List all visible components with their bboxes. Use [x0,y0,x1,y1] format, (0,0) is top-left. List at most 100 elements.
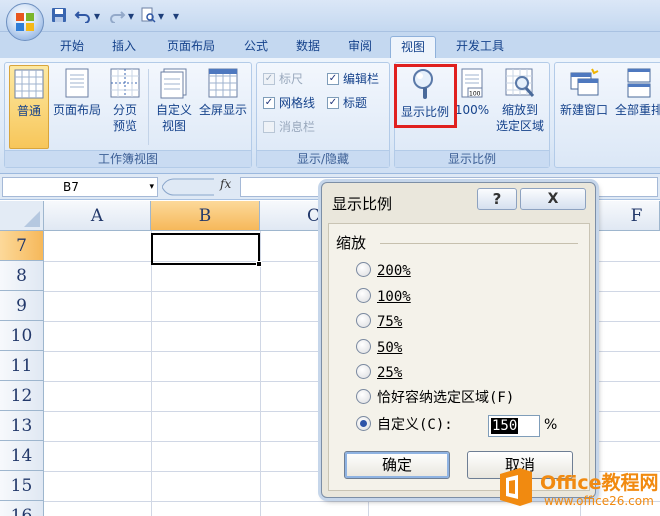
page-layout-view-button[interactable]: 页面布局 [51,65,103,149]
radio-fit-selection-label: 恰好容纳选定区域(F) [377,390,515,406]
custom-views-label-1: 自定义 [155,103,192,117]
row-header-12[interactable]: 12 [0,381,44,411]
tab-review[interactable]: 审阅 [340,36,380,58]
column-header-b[interactable]: B [151,201,260,231]
radio-25[interactable]: 25% [356,363,402,383]
headings-checkbox[interactable]: ✓ 标题 [327,95,367,111]
select-all-button[interactable] [0,201,44,231]
customize-icon[interactable]: ▾ [170,7,182,25]
normal-view-label: 普通 [16,104,41,118]
ok-button[interactable]: 确定 [344,451,450,479]
tab-insert[interactable]: 插入 [104,36,144,58]
name-box[interactable]: B7 ▾ [2,177,158,197]
normal-view-button[interactable]: 普通 [9,65,49,149]
new-window-icon [570,68,599,96]
group-label-show-hide: 显示/隐藏 [257,150,389,167]
radio-75[interactable]: 75% [356,312,402,332]
help-button[interactable]: ? [477,188,517,210]
full-screen-icon [208,68,238,98]
radio-dot [356,261,371,277]
redo-icon[interactable] [106,7,128,25]
formula-bar-check-icon: ✓ [327,72,339,85]
radio-25-label: 25% [377,365,403,381]
full-screen-button[interactable]: 全屏显示 [197,65,249,149]
zoom-selection-icon [505,68,535,97]
message-bar-checkbox[interactable]: 消息栏 [263,119,315,135]
tab-home[interactable]: 开始 [52,36,92,58]
radio-200[interactable]: 200% [356,261,411,281]
fill-handle[interactable] [256,261,262,267]
group-window: 新建窗口 全部重排 [554,62,660,168]
zoom-selection-label-1: 缩放到 [501,103,538,117]
custom-views-label-2: 视图 [161,119,186,133]
custom-views-icon [160,68,187,99]
row-header-8[interactable]: 8 [0,261,44,291]
undo-dropdown[interactable]: ▾ [92,7,102,25]
title-bar: ▾ ▾ ▾ ▾ [0,0,660,32]
headings-check-icon: ✓ [327,96,339,109]
group-label-workbook-views: 工作簿视图 [5,150,251,167]
page-break-label-2: 预览 [112,119,137,133]
gridline [260,231,261,516]
radio-75-label: 75% [377,314,403,330]
print-preview-icon[interactable] [138,7,158,25]
radio-100[interactable]: 100% [356,287,411,307]
arrange-all-button[interactable]: 全部重排 [611,65,660,149]
radio-50[interactable]: 50% [356,338,402,358]
row-header-11[interactable]: 11 [0,351,44,381]
name-box-value: B7 [63,180,79,194]
row-header-10[interactable]: 10 [0,321,44,351]
formula-bar-checkbox[interactable]: ✓ 编辑栏 [327,71,379,87]
column-header-a[interactable]: A [44,201,151,231]
page-layout-icon [65,68,89,98]
print-dropdown[interactable]: ▾ [156,7,166,25]
full-screen-label: 全屏显示 [198,103,247,117]
zoom-button-highlight [394,64,457,128]
row-header-13[interactable]: 13 [0,411,44,441]
custom-zoom-input[interactable]: 150 [488,415,540,437]
zoom-to-selection-button[interactable]: 缩放到 选定区域 [493,65,547,149]
zoom-selection-label-2: 选定区域 [495,119,544,133]
gridlines-label: 网格线 [279,96,316,110]
radio-custom[interactable]: 自定义(C): [356,415,453,435]
radio-dot [356,338,371,354]
zoom-100-button[interactable]: 100 100% [453,65,491,149]
page-break-preview-button[interactable]: 分页 预览 [105,65,145,149]
row-header-16[interactable]: 16 [0,501,44,516]
radio-dot-selected [356,415,371,431]
radio-fit-selection[interactable]: 恰好容纳选定区域(F) [356,388,514,408]
gridlines-checkbox[interactable]: ✓ 网格线 [263,95,315,111]
row-header-7[interactable]: 7 [0,231,44,261]
page-layout-view-label: 页面布局 [52,103,101,117]
new-window-button[interactable]: 新建窗口 [557,65,611,149]
zoom-100-label: 100% [454,103,490,117]
percent-sign: % [544,417,558,433]
save-icon[interactable] [50,7,68,25]
redo-dropdown[interactable]: ▾ [126,7,136,25]
name-box-dropdown-icon[interactable]: ▾ [149,178,154,196]
office-button[interactable] [6,3,44,41]
new-window-label: 新建窗口 [559,103,608,117]
active-cell-b7[interactable] [151,233,260,265]
office-logo-icon [500,468,532,506]
arrange-all-icon [627,68,651,98]
radio-dot [356,287,371,303]
zoom-100-icon-text: 100 [469,91,481,98]
radio-dot [356,388,371,404]
tab-formulas[interactable]: 公式 [236,36,276,58]
formula-bar-label: 编辑栏 [343,72,380,86]
row-header-9[interactable]: 9 [0,291,44,321]
page-break-icon [110,68,140,98]
headings-label: 标题 [343,96,368,110]
undo-icon[interactable] [72,7,94,25]
ruler-checkbox[interactable]: ✓ 标尺 [263,71,303,87]
tab-view[interactable]: 视图 [390,36,436,58]
custom-views-button[interactable]: 自定义 视图 [151,65,197,149]
insert-function-button[interactable]: fx [220,177,231,191]
row-header-14[interactable]: 14 [0,441,44,471]
row-header-15[interactable]: 15 [0,471,44,501]
tab-data[interactable]: 数据 [288,36,328,58]
tab-developer[interactable]: 开发工具 [448,36,512,58]
tab-page-layout[interactable]: 页面布局 [158,36,224,58]
close-button[interactable]: X [520,188,586,210]
